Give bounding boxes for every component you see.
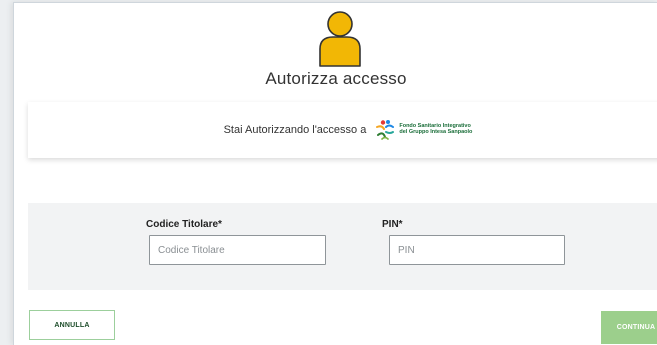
fondo-sanitario-logo: Fondo Sanitario Integrativo del Gruppo I… [374, 119, 472, 141]
user-avatar-icon [319, 11, 361, 67]
logo-line-2: del Gruppo Intesa Sanpaolo [399, 129, 473, 135]
page-title: Autorizza accesso [265, 69, 407, 88]
authorization-card: Stai Autorizzando l'accesso a Fondo Sani… [28, 102, 657, 158]
codice-titolare-input[interactable] [149, 235, 326, 265]
authorize-dialog: Autorizza accesso Stai Autorizzando l'ac… [13, 2, 657, 345]
fondo-logo-icon [376, 120, 395, 140]
authorization-text: Stai Autorizzando l'accesso a [223, 124, 367, 136]
continua-button[interactable]: CONTINUA [601, 311, 657, 344]
annulla-button[interactable]: ANNULLA [29, 310, 115, 340]
pin-label: PIN* [382, 219, 403, 230]
credentials-form: Codice Titolare* PIN* [28, 203, 657, 290]
pin-input[interactable] [389, 235, 565, 265]
codice-titolare-label: Codice Titolare* [146, 219, 222, 230]
